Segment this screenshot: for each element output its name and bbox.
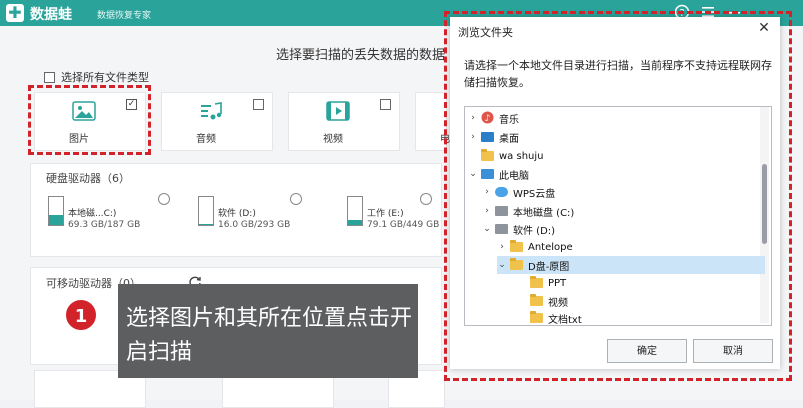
chevron-right-icon[interactable]: ›	[468, 132, 478, 142]
drive-name: 本地磁...C:)	[68, 209, 117, 219]
tree-item[interactable]: › 桌面	[468, 128, 519, 146]
svg-text:♪: ♪	[485, 114, 491, 124]
drive-d[interactable]: 软件 (D:) 16.0 GB/293 GB	[198, 196, 308, 240]
file-type-checkbox[interactable]	[380, 99, 391, 110]
instruction-text: 选择图片和其所在位置点击开启扫描	[126, 306, 413, 365]
drive-name: 软件 (D:)	[218, 209, 256, 219]
computer-icon	[481, 169, 494, 179]
file-type-video[interactable]: 视频	[288, 92, 400, 151]
tree-item[interactable]: › 本地磁盘 (C:)	[482, 202, 574, 220]
drive-name: 工作 (E:)	[367, 209, 404, 219]
scrollbar-thumb[interactable]	[762, 164, 767, 244]
app-subtitle: 数据恢复专家	[97, 11, 152, 21]
tree-item-selected[interactable]: ⌄ D盘-原图	[497, 256, 765, 274]
tree-item-label: 本地磁盘 (C:)	[513, 207, 575, 219]
folder-icon	[530, 294, 543, 306]
chevron-down-icon[interactable]: ⌄	[468, 169, 478, 179]
tree-item[interactable]: ⌄ 此电脑	[468, 165, 529, 183]
folder-icon	[481, 149, 494, 161]
drive-icon	[495, 224, 508, 234]
folder-icon	[510, 240, 523, 252]
tree-item-label: 此电脑	[499, 170, 529, 182]
drive-icon	[495, 206, 508, 216]
file-type-label: 视频	[323, 134, 343, 145]
app-name: 数据蛙	[30, 7, 72, 23]
tree-item-label: Antelope	[528, 241, 573, 253]
drive-c[interactable]: 本地磁...C:) 69.3 GB/187 GB	[48, 196, 158, 240]
tree-item-label: WPS云盘	[513, 188, 556, 200]
chevron-down-icon[interactable]: ⌄	[482, 224, 492, 234]
tree-item[interactable]: › ♪ 音乐	[468, 109, 519, 127]
tree-item[interactable]: PPT	[517, 274, 566, 292]
drive-size: 79.1 GB/449 GB	[367, 220, 440, 230]
tree-item-label: 文档txt	[548, 314, 582, 326]
tree-item[interactable]: 视频	[517, 292, 568, 310]
tree-item-label: 视频	[548, 297, 568, 309]
highlight-box-image	[28, 85, 151, 155]
chevron-right-icon[interactable]: ›	[482, 206, 492, 216]
file-type-audio[interactable]: 音频	[161, 92, 273, 151]
step-number-badge: 1	[64, 298, 98, 332]
tree-item[interactable]: › WPS云盘	[482, 183, 555, 201]
chevron-right-icon[interactable]: ›	[497, 242, 507, 252]
tree-item-label: PPT	[548, 277, 567, 289]
select-all-label: 选择所有文件类型	[61, 71, 149, 84]
select-all-row[interactable]: 选择所有文件类型	[44, 69, 149, 85]
file-type-checkbox[interactable]	[253, 99, 264, 110]
drive-radio[interactable]	[158, 193, 170, 205]
drive-icon	[347, 196, 363, 226]
tree-item-label: 音乐	[499, 114, 519, 126]
tree-item[interactable]: ⌄ 软件 (D:)	[482, 220, 555, 238]
desktop-icon	[481, 132, 494, 142]
cancel-button[interactable]: 取消	[693, 339, 773, 363]
tree-item-label: wa shuju	[499, 150, 544, 162]
folder-icon	[510, 258, 523, 270]
file-type-document[interactable]: 电	[415, 92, 450, 151]
drive-icon	[198, 196, 214, 226]
close-icon[interactable]: ✕	[756, 20, 772, 36]
tree-item-label: D盘-原图	[528, 261, 570, 273]
drive-usage-fill	[348, 219, 362, 225]
video-icon	[326, 101, 350, 121]
drive-usage-fill	[49, 214, 63, 225]
drive-usage-fill	[199, 223, 213, 225]
dialog-description: 请选择一个本地文件目录进行扫描，当前程序不支持远程联网存储扫描恢复。	[464, 59, 772, 89]
app-logo-icon: ✚	[6, 4, 24, 22]
hard-drives-title: 硬盘驱动器（6）	[46, 172, 130, 185]
file-type-label: 音频	[196, 134, 216, 145]
ok-button[interactable]: 确定	[607, 339, 687, 363]
tree-item-label: 软件 (D:)	[513, 225, 556, 237]
drive-e[interactable]: 工作 (E:) 79.1 GB/449 GB	[347, 196, 447, 240]
audio-icon	[199, 101, 223, 121]
cloud-icon	[495, 187, 508, 197]
chevron-down-icon[interactable]: ⌄	[497, 260, 507, 270]
drive-icon	[48, 196, 64, 226]
drive-size: 69.3 GB/187 GB	[68, 220, 141, 230]
page-title: 选择要扫描的丢失数据的数据	[276, 48, 446, 63]
dialog-title: 浏览文件夹	[458, 26, 513, 39]
select-all-checkbox[interactable]	[44, 71, 55, 83]
tree-item[interactable]: 文档txt	[517, 309, 582, 327]
music-icon: ♪	[481, 111, 494, 124]
chevron-right-icon[interactable]: ›	[482, 187, 492, 197]
folder-icon	[530, 276, 543, 288]
chevron-right-icon[interactable]: ›	[468, 113, 478, 123]
drive-size: 16.0 GB/293 GB	[218, 220, 291, 230]
folder-icon	[530, 311, 543, 323]
tree-item-label: 桌面	[499, 133, 519, 145]
tree-item[interactable]: wa shuju	[468, 147, 544, 165]
tree-item[interactable]: › Antelope	[497, 238, 573, 256]
